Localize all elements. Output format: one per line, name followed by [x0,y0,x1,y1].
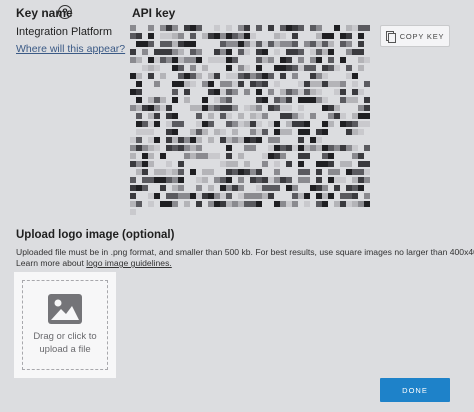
logo-upload-dropzone[interactable]: Drag or click to upload a file [14,272,116,378]
image-icon [48,294,82,324]
key-name-value: Integration Platform [16,26,112,38]
logo-guidelines-link[interactable]: logo image guidelines. [86,258,172,268]
copy-icon [385,31,396,43]
where-will-this-appear-link[interactable]: Where will this appear? [16,43,125,55]
learn-more-text: Learn more about logo image guidelines. [16,258,172,268]
api-key-label: API key [132,6,176,20]
learn-more-prefix: Learn more about [16,258,84,268]
done-button[interactable]: DONE [380,378,450,402]
help-icon[interactable]: ? [58,5,72,19]
dropzone-text: Drag or click to upload a file [33,331,97,355]
api-key-value-redacted [130,25,370,215]
upload-requirements-note: Uploaded file must be in .png format, an… [16,247,474,257]
copy-key-button[interactable]: COPY KEY [380,25,450,47]
upload-logo-heading: Upload logo image (optional) [16,229,175,241]
dropzone-inner[interactable]: Drag or click to upload a file [22,280,108,370]
copy-key-label: COPY KEY [399,31,445,41]
